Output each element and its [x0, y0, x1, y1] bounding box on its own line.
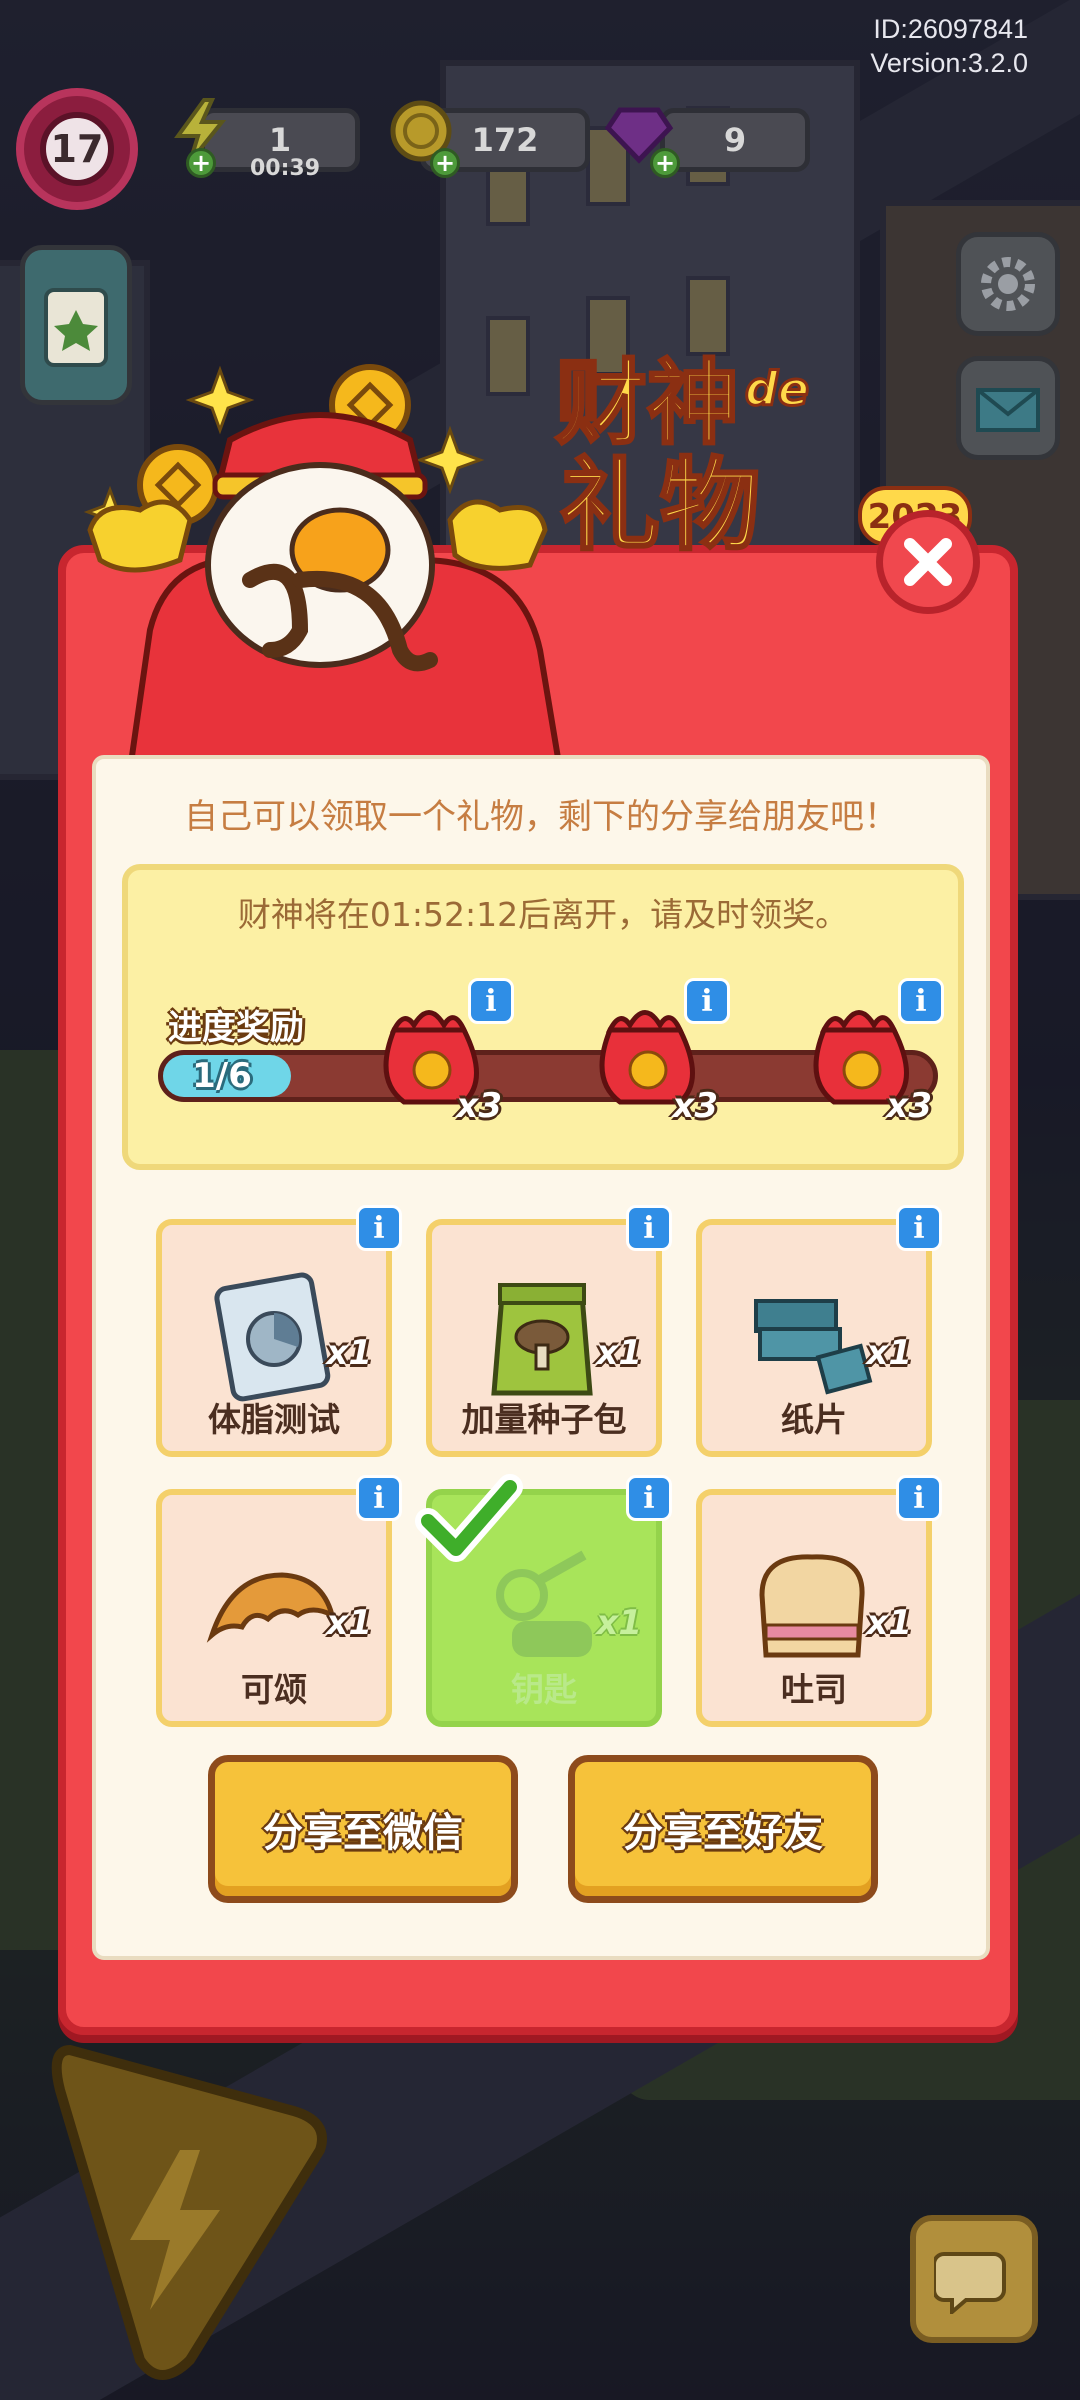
player-info: ID:26097841 Version:3.2.0 — [870, 12, 1028, 80]
gift-item-body-fat-test[interactable]: x1 体脂测试 — [156, 1219, 392, 1457]
toast-icon — [759, 1554, 865, 1658]
player-id: ID:26097841 — [873, 14, 1028, 44]
paper-stack-icon — [754, 1299, 873, 1395]
seed-bag-icon — [491, 1283, 593, 1396]
svg-text:de: de — [745, 362, 809, 416]
item-name: 体脂测试 — [208, 1400, 340, 1439]
progress-count: 1/6 — [192, 1056, 252, 1096]
gift-item-toast[interactable]: x1 吐司 — [696, 1489, 932, 1727]
item-qty: x1 — [866, 1603, 912, 1643]
app-version: Version:3.2.0 — [870, 48, 1028, 78]
modal-subtitle: 自己可以领取一个礼物，剩下的分享给朋友吧！ — [184, 797, 898, 837]
gift-item-croissant[interactable]: x1 可颂 — [156, 1489, 392, 1727]
item-name: 钥匙 — [511, 1670, 577, 1709]
chat-icon — [934, 2252, 1006, 2314]
progress-caption: 进度奖励 — [168, 1008, 304, 1048]
reward-info-button-3[interactable]: i — [898, 978, 944, 1024]
croissant-icon — [206, 1572, 336, 1643]
level-badge[interactable]: 17 — [16, 88, 138, 210]
reward-qty: x3 — [672, 1086, 718, 1126]
chat-button[interactable] — [910, 2215, 1038, 2343]
gift-item-paper[interactable]: x1 纸片 — [696, 1219, 932, 1457]
countdown-text: 财神将在01:52:12后离开，请及时领奖。 — [237, 895, 849, 934]
add-energy-button[interactable]: + — [186, 148, 216, 178]
item-name: 纸片 — [781, 1400, 847, 1439]
item-info-button-3[interactable]: i — [896, 1205, 942, 1251]
item-qty: x1 — [596, 1333, 642, 1373]
item-qty: x1 — [326, 1333, 372, 1373]
close-button[interactable] — [876, 510, 980, 614]
gem-value: 9 — [723, 121, 747, 159]
add-gems-button[interactable]: + — [650, 148, 680, 178]
item-info-button-1[interactable]: i — [356, 1205, 402, 1251]
gem-counter[interactable]: 9 — [660, 108, 810, 172]
reward-info-button-1[interactable]: i — [468, 978, 514, 1024]
item-info-button-5[interactable]: i — [626, 1475, 672, 1521]
settings-button[interactable] — [956, 232, 1060, 336]
progress-reward-box: 财神将在01:52:12后离开，请及时领奖。 进度奖励 1/6 x3 i x3 … — [122, 864, 964, 1170]
lightning-action-button[interactable] — [30, 2030, 330, 2390]
coin-value: 172 — [471, 121, 539, 159]
item-qty: x1 — [866, 1333, 912, 1373]
gift-item-seed-pack[interactable]: x1 加量种子包 — [426, 1219, 662, 1457]
close-icon — [904, 538, 952, 586]
add-coins-button[interactable]: + — [430, 148, 460, 178]
share-friends-button[interactable]: 分享至好友 — [568, 1755, 878, 1903]
energy-value: 1 — [268, 121, 292, 159]
item-name: 加量种子包 — [461, 1400, 627, 1439]
clipboard-chart-icon — [214, 1272, 331, 1402]
reward-qty: x3 — [886, 1086, 932, 1126]
checkmark-icon — [415, 1474, 523, 1562]
item-name: 吐司 — [781, 1670, 847, 1709]
item-qty: x1 — [326, 1603, 372, 1643]
gear-icon — [981, 257, 1035, 311]
level-number: 17 — [40, 112, 114, 186]
reward-qty: x3 — [456, 1086, 502, 1126]
item-info-button-4[interactable]: i — [356, 1475, 402, 1521]
svg-text:财神: 财神 — [555, 350, 739, 457]
svg-text:礼物: 礼物 — [560, 447, 760, 564]
item-info-button-2[interactable]: i — [626, 1205, 672, 1251]
item-qty: x1 — [596, 1603, 642, 1643]
reward-info-button-2[interactable]: i — [684, 978, 730, 1024]
item-info-button-6[interactable]: i — [896, 1475, 942, 1521]
energy-timer: 00:39 — [250, 156, 321, 181]
share-wechat-button[interactable]: 分享至微信 — [208, 1755, 518, 1903]
gift-panel: 自己可以领取一个礼物，剩下的分享给朋友吧！ 财神将在01:52:12后离开，请及… — [92, 755, 990, 1960]
item-name: 可颂 — [241, 1670, 307, 1709]
